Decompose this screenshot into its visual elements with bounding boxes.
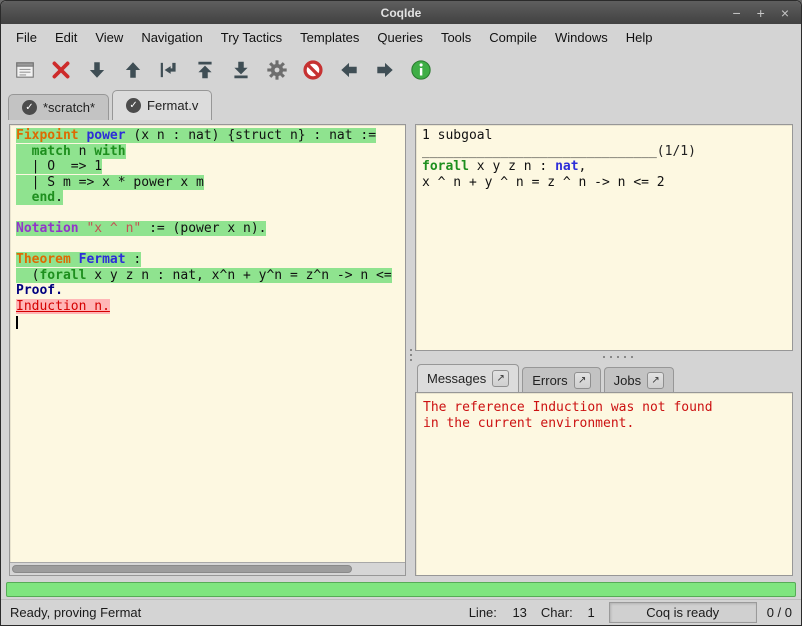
menu-compile[interactable]: Compile bbox=[480, 25, 546, 50]
info-icon[interactable] bbox=[409, 58, 433, 82]
detach-icon[interactable]: ↗ bbox=[647, 372, 664, 389]
menu-try-tactics[interactable]: Try Tactics bbox=[212, 25, 291, 50]
menubar: File Edit View Navigation Try Tactics Te… bbox=[1, 24, 801, 51]
right-column: 1 subgoal______________________________(… bbox=[415, 124, 793, 576]
text-line: in the current environment. bbox=[423, 416, 792, 432]
text-line: Proof. bbox=[16, 283, 405, 299]
tab-label: *scratch* bbox=[43, 100, 95, 115]
text-line: match n with bbox=[16, 144, 405, 160]
progress-row bbox=[1, 580, 801, 599]
run-to-end-icon[interactable] bbox=[229, 58, 253, 82]
text-line bbox=[16, 314, 405, 330]
close-button[interactable]: × bbox=[781, 6, 789, 20]
go-to-cursor-icon[interactable] bbox=[157, 58, 181, 82]
text-line: (forall x y z n : nat, x^n + y^n = z^n -… bbox=[16, 268, 405, 284]
script-pane: Fixpoint power (x n : nat) {struct n} : … bbox=[9, 124, 406, 576]
menu-help[interactable]: Help bbox=[617, 25, 662, 50]
text-line: Notation "x ^ n" := (power x n). bbox=[16, 221, 405, 237]
text-line: | O => 1 bbox=[16, 159, 405, 175]
horizontal-scrollbar[interactable] bbox=[10, 562, 405, 575]
menu-navigation[interactable]: Navigation bbox=[132, 25, 211, 50]
tab-jobs[interactable]: Jobs ↗ bbox=[604, 367, 674, 392]
coqide-window: CoqIde − + × File Edit View Navigation T… bbox=[0, 0, 802, 626]
tab-messages[interactable]: Messages ↗ bbox=[417, 364, 519, 392]
text-line bbox=[16, 206, 405, 222]
text-line bbox=[16, 237, 405, 253]
menu-queries[interactable]: Queries bbox=[368, 25, 432, 50]
maximize-button[interactable]: + bbox=[757, 6, 765, 20]
detach-icon[interactable]: ↗ bbox=[574, 372, 591, 389]
text-cursor bbox=[16, 316, 18, 329]
detach-icon[interactable]: ↗ bbox=[492, 370, 509, 387]
minimize-button[interactable]: − bbox=[732, 6, 740, 20]
menu-templates[interactable]: Templates bbox=[291, 25, 368, 50]
toolbar bbox=[1, 51, 801, 89]
text-line: ______________________________(1/1) bbox=[422, 144, 792, 160]
tab-label: Errors bbox=[532, 373, 567, 388]
line-value: 13 bbox=[497, 605, 527, 620]
text-line: Induction n. bbox=[16, 299, 405, 315]
restart-icon[interactable] bbox=[193, 58, 217, 82]
menu-file[interactable]: File bbox=[7, 25, 46, 50]
char-label: Char: bbox=[541, 605, 573, 620]
titlebar[interactable]: CoqIde − + × bbox=[1, 1, 801, 24]
preferences-gear-icon[interactable] bbox=[265, 58, 289, 82]
text-line: | S m => x * power x m bbox=[16, 175, 405, 191]
step-backward-icon[interactable] bbox=[121, 58, 145, 82]
tab-label: Fermat.v bbox=[147, 98, 198, 113]
new-buffer-icon[interactable] bbox=[13, 58, 37, 82]
menu-edit[interactable]: Edit bbox=[46, 25, 86, 50]
line-label: Line: bbox=[469, 605, 497, 620]
buffer-tabstrip: ✓ *scratch* ✓ Fermat.v bbox=[1, 89, 801, 120]
text-line: Fixpoint power (x n : nat) {struct n} : … bbox=[16, 128, 405, 144]
text-line: x ^ n + y ^ n = z ^ n -> n <= 2 bbox=[422, 175, 792, 191]
menu-windows[interactable]: Windows bbox=[546, 25, 617, 50]
script-editor[interactable]: Fixpoint power (x n : nat) {struct n} : … bbox=[10, 125, 405, 562]
status-text: Ready, proving Fermat bbox=[10, 605, 455, 620]
text-line: 1 subgoal bbox=[422, 128, 792, 144]
window-title: CoqIde bbox=[1, 6, 801, 20]
tab-errors[interactable]: Errors ↗ bbox=[522, 367, 600, 392]
menu-view[interactable]: View bbox=[86, 25, 132, 50]
tab-fermat[interactable]: ✓ Fermat.v bbox=[112, 90, 212, 120]
tab-label: Messages bbox=[427, 371, 486, 386]
check-icon: ✓ bbox=[22, 100, 37, 115]
main-content: Fixpoint power (x n : nat) {struct n} : … bbox=[1, 120, 801, 580]
vertical-splitter[interactable] bbox=[406, 124, 415, 576]
tab-label: Jobs bbox=[614, 373, 641, 388]
menu-tools[interactable]: Tools bbox=[432, 25, 480, 50]
tab-scratch[interactable]: ✓ *scratch* bbox=[8, 94, 109, 120]
window-controls: − + × bbox=[732, 6, 801, 20]
text-line: forall x y z n : nat, bbox=[422, 159, 792, 175]
goals-pane[interactable]: 1 subgoal______________________________(… bbox=[415, 124, 793, 351]
close-buffer-icon[interactable] bbox=[49, 58, 73, 82]
text-line: Theorem Fermat : bbox=[16, 252, 405, 268]
feedback-tabstrip: Messages ↗ Errors ↗ Jobs ↗ bbox=[415, 362, 793, 392]
scrollbar-thumb[interactable] bbox=[12, 565, 352, 573]
pending-counter: 0 / 0 bbox=[767, 605, 792, 620]
progress-bar bbox=[6, 582, 796, 597]
messages-pane[interactable]: The reference Induction was not foundin … bbox=[415, 392, 793, 576]
char-value: 1 bbox=[573, 605, 595, 620]
next-occurrence-icon[interactable] bbox=[373, 58, 397, 82]
check-icon: ✓ bbox=[126, 98, 141, 113]
horizontal-splitter[interactable] bbox=[415, 351, 793, 362]
previous-occurrence-icon[interactable] bbox=[337, 58, 361, 82]
splitter-grip-icon bbox=[603, 356, 605, 358]
text-line: end. bbox=[16, 190, 405, 206]
interrupt-icon[interactable] bbox=[301, 58, 325, 82]
step-forward-icon[interactable] bbox=[85, 58, 109, 82]
text-line: The reference Induction was not found bbox=[423, 400, 792, 416]
splitter-grip-icon bbox=[410, 349, 412, 351]
statusbar: Ready, proving Fermat Line: 13 Char: 1 C… bbox=[1, 599, 801, 625]
coq-status: Coq is ready bbox=[609, 602, 757, 623]
